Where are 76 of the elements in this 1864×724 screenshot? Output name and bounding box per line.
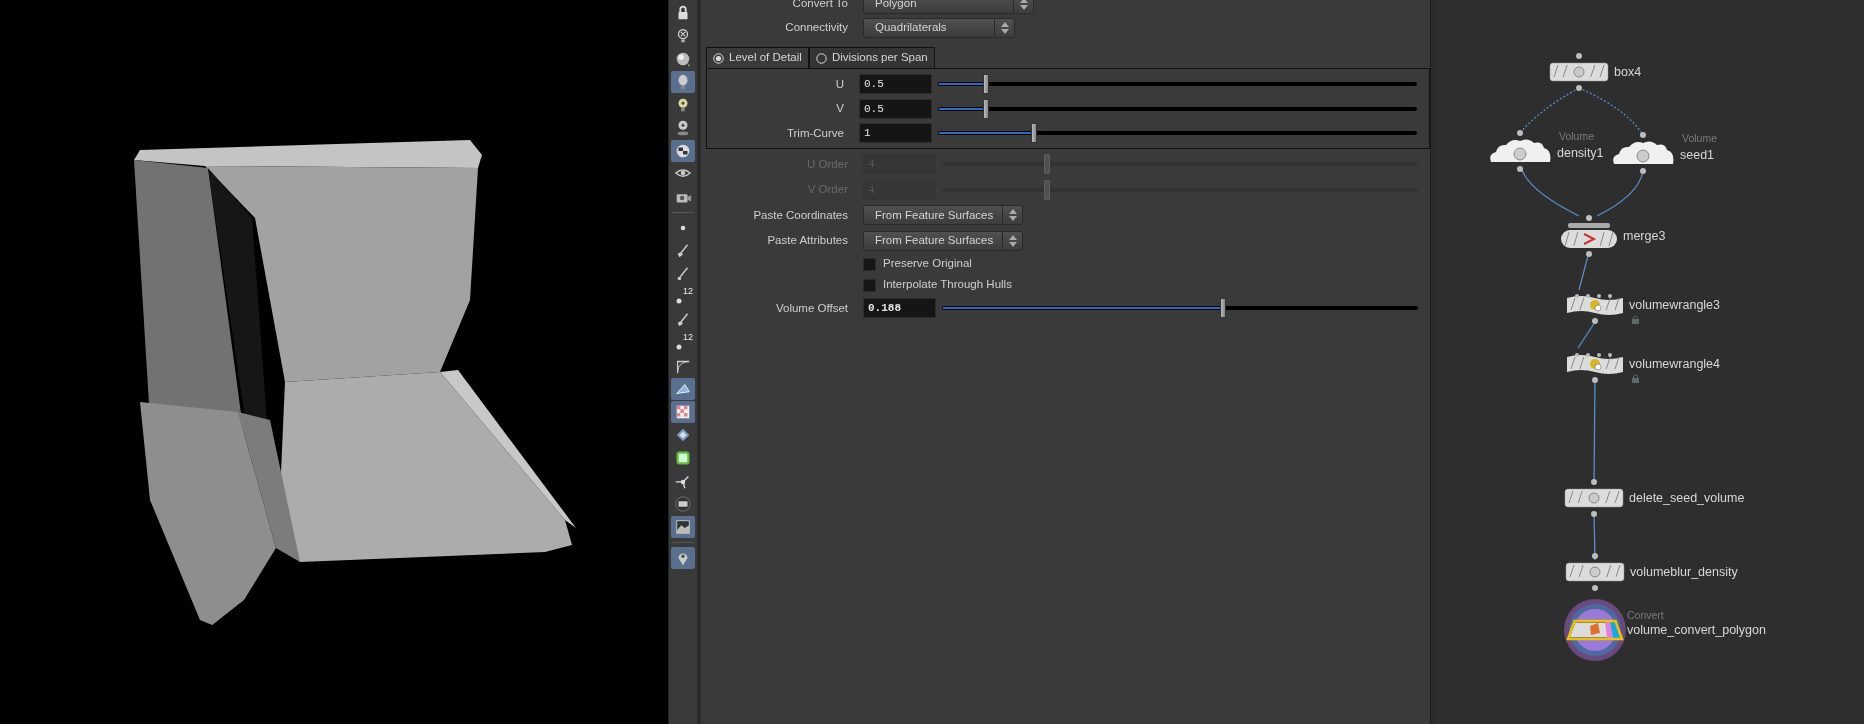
icon-number: 12 xyxy=(683,333,693,342)
up-down-arrows-icon xyxy=(1000,22,1009,34)
network-node[interactable] xyxy=(1549,61,1609,83)
radio-icon xyxy=(815,52,827,64)
toolbar-button[interactable]: 12 xyxy=(671,332,695,354)
node-name: box4 xyxy=(1614,66,1642,79)
checkbox-label: Interpolate Through Hulls xyxy=(883,277,1012,293)
toolbar-button[interactable]: 12 xyxy=(671,286,695,308)
node-name: volumeblur_density xyxy=(1630,566,1738,579)
parameter-label: Paste Coordinates xyxy=(752,207,848,223)
node-name: delete_seed_volume xyxy=(1629,492,1745,505)
network-node[interactable] xyxy=(1488,138,1552,164)
node-name: density1 xyxy=(1557,147,1604,160)
slider[interactable] xyxy=(942,298,1418,319)
slider-thumb[interactable] xyxy=(982,74,989,95)
sphere-icon xyxy=(674,50,692,68)
up-down-arrows-icon xyxy=(1008,209,1017,222)
tab[interactable]: Level of Detail xyxy=(706,47,809,68)
dropdown-menu[interactable]: From Feature Surfaces xyxy=(863,205,1023,226)
parameter-label: Convert To xyxy=(791,0,848,12)
slider-thumb[interactable] xyxy=(1219,298,1226,319)
node-name: merge3 xyxy=(1623,230,1666,243)
network-node[interactable] xyxy=(1563,598,1627,662)
slider-thumb[interactable] xyxy=(982,98,989,119)
dropdown-menu[interactable]: From Feature Surfaces xyxy=(863,230,1023,251)
toolbar-button[interactable] xyxy=(671,401,695,423)
icon-number: 12 xyxy=(683,287,693,296)
checkbox[interactable] xyxy=(863,278,876,292)
number-field[interactable]: 1 xyxy=(859,123,932,144)
slider[interactable] xyxy=(938,74,1417,95)
network-node[interactable] xyxy=(1611,140,1675,166)
network-node[interactable] xyxy=(1560,223,1618,249)
point-icon xyxy=(676,298,682,304)
slider[interactable] xyxy=(938,98,1417,119)
checkerboard-icon xyxy=(674,403,692,421)
node-name: volumewrangle4 xyxy=(1629,358,1721,371)
dropdown-value: From Feature Surfaces xyxy=(874,233,995,249)
node-name: volumewrangle3 xyxy=(1629,299,1721,312)
node-name: volume_convert_polygon xyxy=(1627,624,1766,637)
toolbar-button[interactable] xyxy=(671,140,695,162)
up-down-arrows-icon xyxy=(1008,234,1017,247)
parameter-label: Connectivity xyxy=(784,20,848,36)
number-field[interactable]: 0.188 xyxy=(863,298,936,319)
parameter-label: Paste Attributes xyxy=(766,233,848,249)
parameter-label: Volume Offset xyxy=(774,300,848,316)
circle-icon xyxy=(674,495,692,513)
parameter-label: Trim-Curve xyxy=(785,125,844,141)
network-node[interactable] xyxy=(1564,487,1624,509)
node-type-label: Convert xyxy=(1627,610,1664,621)
dropdown-menu[interactable]: Quadrilaterals xyxy=(863,18,1015,38)
parameter-label: U xyxy=(834,76,844,92)
toolbar-button[interactable] xyxy=(671,516,695,538)
node-name: seed1 xyxy=(1680,149,1715,162)
slider[interactable] xyxy=(942,154,1418,175)
checkbox-label: Preserve Original xyxy=(883,256,972,272)
node-type-label: Volume xyxy=(1682,133,1718,144)
node-type-label: Volume xyxy=(1559,131,1595,142)
slider-thumb[interactable] xyxy=(1030,123,1037,144)
number-field[interactable]: 0.5 xyxy=(859,98,932,119)
up-down-arrows-icon xyxy=(1019,0,1028,10)
slider[interactable] xyxy=(942,179,1418,200)
dropdown-value: Quadrilaterals xyxy=(874,20,948,36)
slider[interactable] xyxy=(938,123,1417,144)
network-node[interactable] xyxy=(1565,561,1625,583)
checkbox[interactable] xyxy=(863,257,876,271)
radio-icon xyxy=(713,52,724,64)
number-field[interactable]: 0.5 xyxy=(859,74,932,95)
parameter-label: V xyxy=(835,101,844,117)
node-wire xyxy=(1577,321,1596,349)
square-frame-icon xyxy=(674,449,692,467)
point-icon xyxy=(676,344,682,350)
image-frame-icon xyxy=(674,518,692,536)
dropdown-value: From Feature Surfaces xyxy=(874,207,995,223)
diamond-icon xyxy=(674,426,692,444)
checkered-sphere-icon xyxy=(674,142,692,160)
tab[interactable]: Divisions per Span xyxy=(808,47,935,68)
